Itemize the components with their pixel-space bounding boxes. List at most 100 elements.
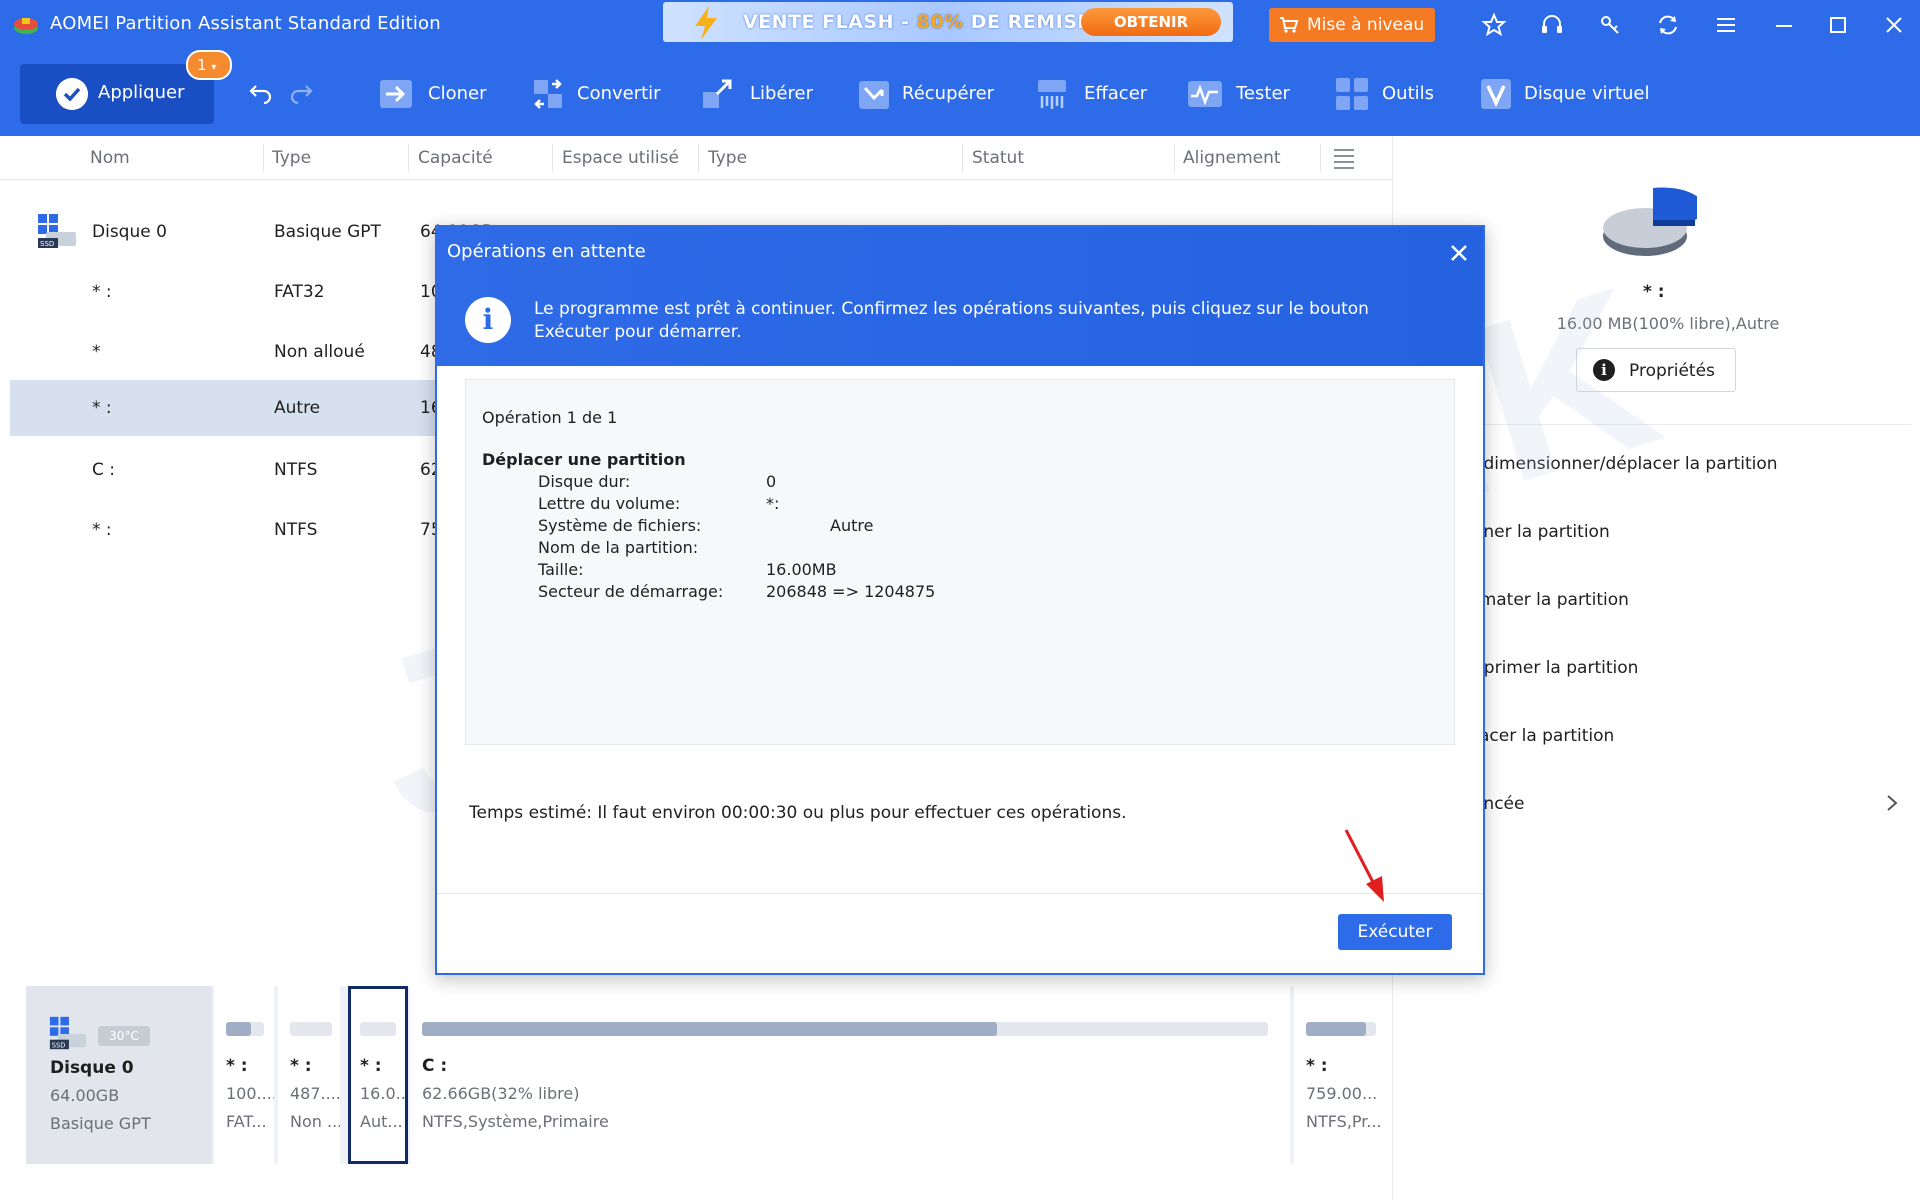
partition-block[interactable]: * : 100.... FAT...	[214, 986, 276, 1164]
disk-card[interactable]: SSD 30°C Disque 0 64.00GB Basique GPT	[26, 986, 212, 1164]
row-name: * :	[92, 398, 112, 418]
key-icon[interactable]	[1597, 12, 1623, 38]
operation-count: Opération 1 de 1	[482, 408, 618, 427]
app-title: AOMEI Partition Assistant Standard Editi…	[50, 13, 441, 34]
row-type: FAT32	[274, 282, 325, 302]
detail-value: Autre	[830, 516, 874, 535]
usage-fill	[226, 1022, 251, 1036]
col-name[interactable]: Nom	[90, 148, 130, 168]
disk-size: 64.00GB	[50, 1086, 120, 1105]
close-icon[interactable]	[1881, 12, 1907, 38]
apply-button[interactable]: Appliquer	[20, 64, 214, 124]
col-divider[interactable]	[1320, 144, 1321, 172]
redo-icon[interactable]	[288, 80, 314, 104]
undo-icon[interactable]	[248, 80, 274, 104]
partition-name: * :	[226, 1056, 248, 1076]
usage-bar	[290, 1022, 332, 1036]
operations-list: Opération 1 de 1 Déplacer une partition …	[465, 379, 1455, 745]
free-tool-button[interactable]: Libérer	[700, 74, 820, 114]
pending-count-badge[interactable]: 1 ▾	[186, 50, 232, 80]
clone-icon	[380, 80, 412, 108]
row-name: C :	[92, 460, 116, 480]
test-tool-button[interactable]: Tester	[1186, 74, 1306, 114]
col-fs-type[interactable]: Type	[708, 148, 747, 168]
col-type[interactable]: Type	[272, 148, 311, 168]
tools-label: Outils	[1382, 83, 1435, 104]
partition-name: * :	[1306, 1056, 1328, 1076]
promo-get-button[interactable]: OBTENIR	[1081, 8, 1221, 36]
convert-icon	[534, 79, 562, 109]
usage-bar	[1306, 1022, 1376, 1036]
convert-tool-button[interactable]: Convertir	[530, 74, 670, 114]
detail-label: Lettre du volume:	[538, 494, 681, 513]
partition-size: 16.0...	[360, 1084, 408, 1103]
grid-apps-icon	[1336, 78, 1368, 110]
partition-block[interactable]: * : 487.... Non ...	[278, 986, 342, 1164]
virtual-disk-label: Disque virtuel	[1524, 83, 1650, 104]
free-label: Libérer	[750, 83, 814, 104]
check-icon	[56, 78, 88, 110]
detail-value: *:	[766, 494, 780, 513]
partition-block-selected[interactable]: * : 16.0... Aut...	[348, 986, 408, 1164]
clone-tool-button[interactable]: Cloner	[378, 74, 498, 114]
detail-label: Nom de la partition:	[538, 538, 699, 557]
usage-bar	[360, 1022, 396, 1036]
usage-bar	[226, 1022, 264, 1036]
minimize-icon[interactable]	[1771, 12, 1797, 38]
col-divider[interactable]	[552, 144, 553, 172]
row-name: *	[92, 342, 101, 362]
partition-block[interactable]: C : 62.66GB(32% libre) NTFS,Système,Prim…	[410, 986, 1292, 1164]
app-logo-icon	[14, 18, 38, 34]
execute-button[interactable]: Exécuter	[1338, 914, 1452, 950]
info-icon: i	[465, 297, 511, 343]
svg-text:SSD: SSD	[52, 1041, 66, 1049]
wipe-tool-button[interactable]: Effacer	[1034, 74, 1164, 114]
row-type: NTFS	[274, 520, 318, 540]
detail-label: Disque dur:	[538, 472, 631, 491]
tools-tool-button[interactable]: Outils	[1334, 74, 1444, 114]
op-clone-partition[interactable]: oner la partition	[1473, 522, 1610, 542]
col-divider[interactable]	[1174, 144, 1175, 172]
col-capacity[interactable]: Capacité	[418, 148, 493, 168]
col-used[interactable]: Espace utilisé	[562, 148, 679, 168]
col-status[interactable]: Statut	[972, 148, 1024, 168]
maximize-icon[interactable]	[1825, 12, 1851, 38]
row-type: Non alloué	[274, 342, 365, 362]
column-settings-icon[interactable]	[1332, 146, 1356, 170]
close-icon[interactable]	[1447, 241, 1471, 265]
operation-title: Déplacer une partition	[482, 450, 686, 469]
test-label: Tester	[1236, 83, 1290, 104]
op-wipe-partition[interactable]: facer la partition	[1473, 726, 1614, 746]
partition-size: 62.66GB(32% libre)	[422, 1084, 580, 1103]
col-divider[interactable]	[962, 144, 963, 172]
selected-partition-name: * :	[1643, 282, 1665, 302]
apply-label: Appliquer	[98, 82, 185, 103]
promo-banner[interactable]: VENTE FLASH - 80% DE REMISE OBTENIR	[663, 2, 1233, 42]
virtual-disk-icon	[1481, 79, 1511, 109]
col-divider[interactable]	[698, 144, 699, 172]
disk-map: SSD 30°C Disque 0 64.00GB Basique GPT * …	[26, 986, 1382, 1164]
virtual-disk-tool-button[interactable]: Disque virtuel	[1478, 74, 1668, 114]
col-divider[interactable]	[263, 144, 264, 172]
dialog-message: Le programme est prêt à continuer. Confi…	[534, 299, 1369, 342]
pie-chart-icon	[1603, 187, 1697, 256]
star-icon[interactable]	[1481, 12, 1507, 38]
chevron-right-icon[interactable]	[1885, 794, 1899, 812]
row-name: * :	[92, 282, 112, 302]
wipe-label: Effacer	[1084, 83, 1148, 104]
free-space-icon	[703, 79, 732, 108]
menu-icon[interactable]	[1713, 12, 1739, 38]
refresh-icon[interactable]	[1655, 12, 1681, 38]
row-type: NTFS	[274, 460, 318, 480]
upgrade-button[interactable]: Mise à niveau	[1269, 8, 1435, 42]
partition-block[interactable]: * : 759.00... NTFS,Pr...	[1294, 986, 1382, 1164]
op-resize-move[interactable]: edimensionner/déplacer la partition	[1473, 454, 1778, 474]
properties-button[interactable]: i Propriétés	[1576, 348, 1736, 392]
op-delete-partition[interactable]: pprimer la partition	[1473, 658, 1638, 678]
col-alignment[interactable]: Alignement	[1183, 148, 1281, 168]
partition-type: Aut...	[360, 1112, 403, 1131]
col-divider[interactable]	[408, 144, 409, 172]
recover-tool-button[interactable]: Récupérer	[856, 74, 1006, 114]
op-format-partition[interactable]: rmater la partition	[1473, 590, 1629, 610]
headset-icon[interactable]	[1539, 12, 1565, 38]
